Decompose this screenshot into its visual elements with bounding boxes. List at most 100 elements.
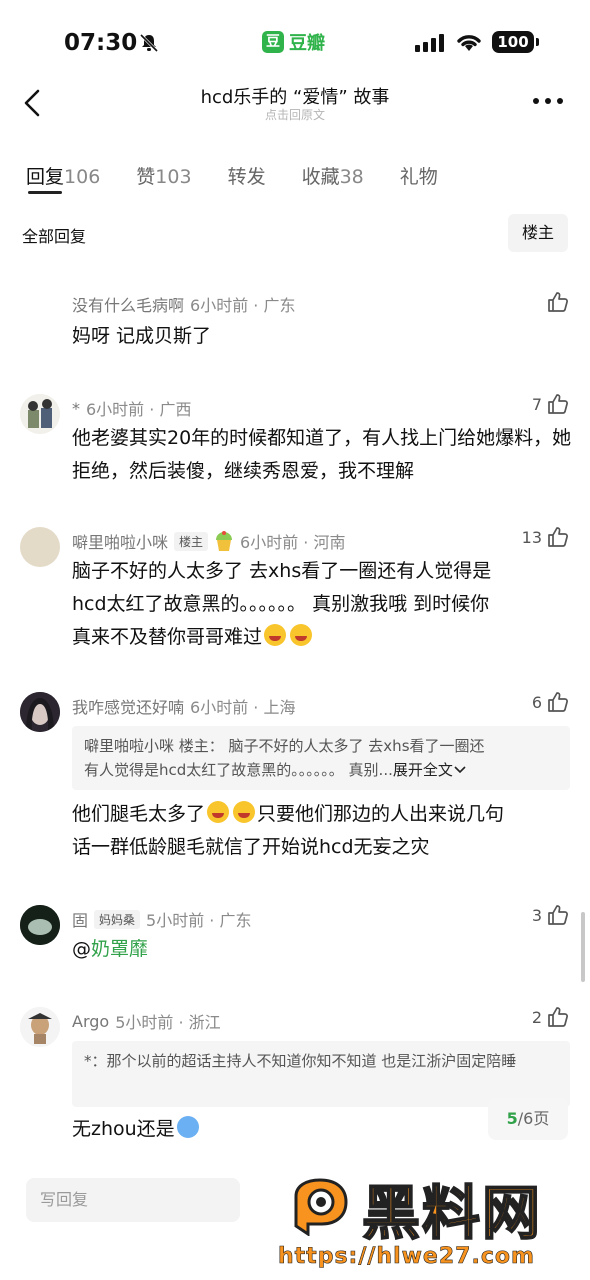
comment-meta: Argo 5小时前 · 浙江 (72, 1009, 221, 1033)
thumbs-up-icon (548, 527, 568, 547)
avatar[interactable] (20, 527, 60, 567)
like-count: 6 (531, 692, 542, 712)
like-count: 7 (531, 394, 542, 414)
tab-favorites[interactable]: 收藏38 (302, 162, 364, 189)
quoted-reply[interactable]: 噼里啪啦小咪 楼主： 脑子不好的人太多了 去xhs看了一圈还 有人觉得是hcd太… (72, 726, 570, 790)
like-button[interactable]: 13 (522, 525, 570, 549)
back-to-post-link[interactable]: 点击回原文 (0, 106, 590, 123)
like-count: 2 (531, 1007, 542, 1027)
comment-text: 他老婆其实20年的时候都知道了，有人找上门给她爆料，她拒绝，然后装傻，继续秀恩爱… (72, 427, 572, 482)
tab-label: 转发 (227, 166, 266, 188)
avatar[interactable] (20, 692, 60, 732)
comment-text-part: 无zhou还是 (72, 1118, 175, 1140)
comment-time: 5小时前 · 广东 (146, 911, 252, 930)
comment-text-part: 他们腿毛太多了 (72, 803, 206, 825)
avatar-image (20, 1007, 60, 1047)
comment-text: @奶罩靡 (72, 933, 572, 966)
comment-text-line: 话一群低龄腿毛就信了开始说hcd无妄之灾 (72, 836, 430, 858)
comment-item: 我咋感觉还好喃 6小时前 · 上海 噼里啪啦小咪 楼主： 脑子不好的人太多了 去… (0, 690, 590, 870)
clock: 07:30 (64, 30, 138, 56)
sweat-smile-emoji-icon (207, 801, 230, 823)
tab-likes[interactable]: 赞103 (136, 162, 191, 189)
comment-time: 5小时前 · 浙江 (115, 1013, 221, 1032)
thumbs-up-icon (548, 1007, 568, 1027)
all-replies-filter[interactable]: 全部回复 (22, 223, 86, 247)
comment-time: 6小时前 · 广东 (190, 296, 296, 315)
thumbs-up-icon (548, 394, 568, 414)
like-button[interactable] (546, 290, 570, 314)
avatar[interactable] (20, 905, 60, 945)
laughing-emoji-icon (290, 624, 313, 646)
sweat-smile-emoji-icon (233, 801, 256, 823)
current-page: 5 (506, 1109, 518, 1128)
username[interactable]: 固 (72, 907, 88, 931)
tab-label: 回复 (26, 166, 65, 188)
tab-label: 赞 (136, 166, 156, 188)
comment-meta: 噼里啪啦小咪 楼主 6小时前 · 河南 (72, 529, 345, 553)
jellyfish-emoji-icon (176, 1116, 199, 1138)
douban-logo-icon: 豆 (262, 31, 284, 53)
comment-meta: 我咋感觉还好喃 6小时前 · 上海 (72, 694, 295, 718)
comment-time: 6小时前 · 上海 (190, 698, 296, 717)
watermark-url: https://hlwe27.com (278, 1244, 535, 1270)
mention-prefix: @ (72, 938, 91, 960)
quote-text-line: 有人觉得是hcd太红了故意黑的。。。。。。 真别... (84, 761, 393, 779)
avatar[interactable] (20, 394, 60, 434)
tab-reposts[interactable]: 转发 (228, 162, 266, 189)
total-pages: /6页 (517, 1109, 550, 1128)
comment-text-line: hcd太红了故意黑的。。。。。。 真别激我哦 到时候你 (72, 593, 490, 615)
comment-meta: 固 妈妈桑 5小时前 · 广东 (72, 907, 251, 931)
like-count: 3 (531, 905, 542, 925)
tab-bar: 回复106 赞103 转发 收藏38 礼物 (26, 162, 474, 189)
watermark-logo-icon (294, 1178, 348, 1236)
comment-item: * 6小时前 · 广西 他老婆其实20年的时候都知道了，有人找上门给她爆料，她拒… (0, 392, 590, 492)
cellular-signal-icon (415, 34, 444, 52)
like-button[interactable]: 3 (532, 903, 570, 927)
expand-full-text-link[interactable]: 展开全文 (393, 761, 453, 779)
quote-text-line: 噼里啪啦小咪 楼主： 脑子不好的人太多了 去xhs看了一圈还 (84, 737, 485, 755)
avatar[interactable] (20, 1007, 60, 1047)
user-title-tag: 妈妈桑 (94, 909, 141, 929)
like-button[interactable]: 7 (532, 392, 570, 416)
tab-label: 收藏 (301, 166, 340, 188)
reply-input[interactable]: 写回复 (26, 1178, 240, 1222)
like-button[interactable]: 6 (532, 690, 570, 714)
username[interactable]: * (72, 399, 80, 418)
more-options-icon[interactable] (532, 96, 564, 106)
username[interactable]: 我咋感觉还好喃 (72, 694, 184, 718)
mention-link[interactable]: 奶罩靡 (91, 938, 148, 960)
comment-item: 没有什么毛病啊 6小时前 · 广东 妈呀 记成贝斯了 (0, 290, 590, 360)
thumbs-up-icon (548, 905, 568, 925)
comment-meta: * 6小时前 · 广西 (72, 396, 191, 420)
active-tab-indicator (28, 191, 62, 194)
owner-only-button[interactable]: 楼主 (508, 214, 568, 252)
comment-text-part: 只要他们那边的人出来说几句 (257, 803, 505, 825)
like-button[interactable]: 2 (532, 1005, 570, 1029)
tab-replies[interactable]: 回复106 (26, 162, 100, 189)
tab-count: 103 (155, 166, 192, 188)
thumbs-up-icon (548, 292, 568, 312)
comment-text: 妈呀 记成贝斯了 (72, 325, 212, 347)
username[interactable]: 噼里啪啦小咪 (72, 529, 168, 553)
bell-mute-icon (139, 33, 159, 53)
comment-text-line: 脑子不好的人太多了 去xhs看了一圈还有人觉得是 (72, 560, 492, 582)
tab-label: 礼物 (399, 166, 438, 188)
avatar-image (20, 692, 60, 732)
tab-count: 38 (339, 166, 364, 188)
comment-text: 脑子不好的人太多了 去xhs看了一圈还有人觉得是 hcd太红了故意黑的。。。。。… (72, 555, 572, 654)
cupcake-badge-icon (216, 531, 233, 551)
username[interactable]: 没有什么毛病啊 (72, 292, 184, 316)
status-bar: 07:30 豆 豆瓣 100 (0, 0, 590, 80)
watermark: 黑料网 https://hlwe27.com (278, 1160, 578, 1280)
page-indicator[interactable]: 5/6页 (488, 1098, 568, 1140)
chevron-down-icon (454, 766, 466, 774)
comment-text-line: 真来不及替你哥哥难过 (72, 626, 263, 648)
tab-gifts[interactable]: 礼物 (400, 162, 438, 189)
tab-count: 106 (64, 166, 101, 188)
app-name: 豆瓣 (289, 33, 325, 54)
username[interactable]: Argo (72, 1012, 109, 1031)
scrollbar[interactable] (581, 912, 585, 982)
comment-item: 固 妈妈桑 5小时前 · 广东 @奶罩靡 3 (0, 903, 590, 973)
owner-tag: 楼主 (174, 531, 209, 551)
like-count: 13 (521, 527, 542, 547)
